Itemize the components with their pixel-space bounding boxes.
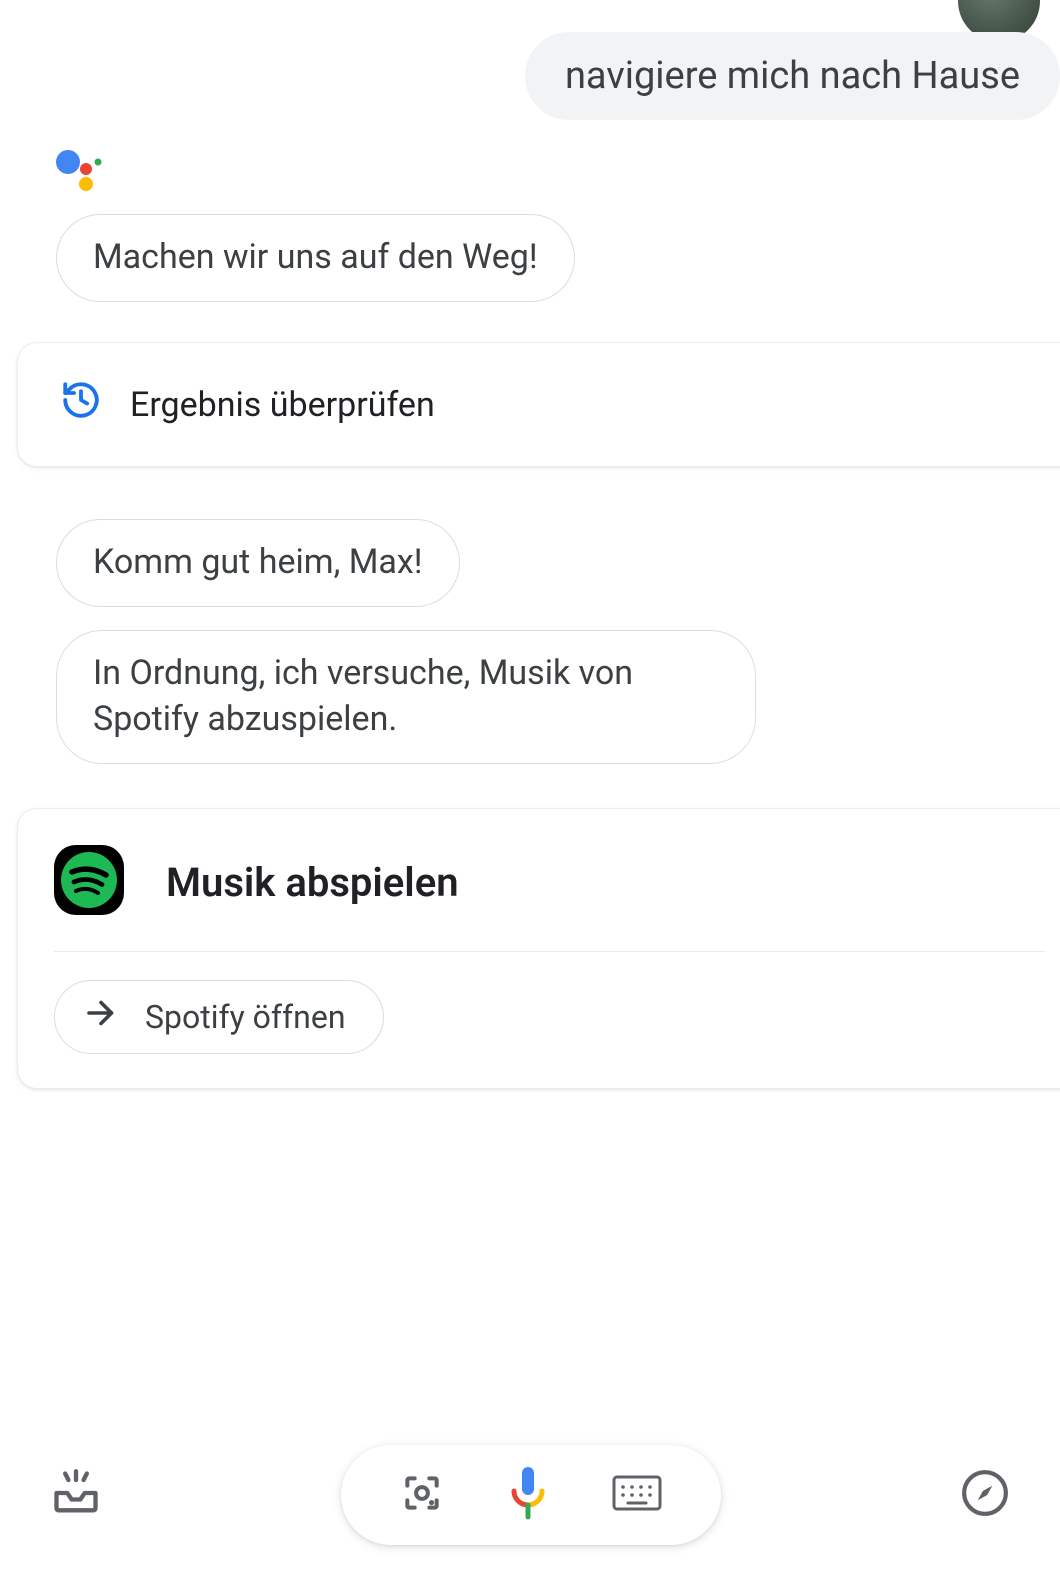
play-music-card: Musik abspielen Spotify öffnen (17, 808, 1060, 1089)
microphone-icon[interactable] (502, 1465, 554, 1525)
bottom-action-bar (0, 1415, 1060, 1575)
divider (54, 951, 1045, 952)
open-spotify-button[interactable]: Spotify öffnen (54, 980, 384, 1054)
assistant-conversation-screen: navigiere mich nach Hause Machen wir uns… (0, 0, 1060, 1593)
check-result-card[interactable]: Ergebnis überprüfen (17, 342, 1060, 467)
assistant-reply-1-text: Machen wir uns auf den Weg! (93, 237, 538, 277)
input-pill (341, 1445, 721, 1545)
assistant-reply-3-text: In Ordnung, ich versuche, Musik von Spot… (93, 653, 633, 739)
spotify-icon (54, 845, 124, 919)
assistant-reply-2-text: Komm gut heim, Max! (93, 542, 423, 582)
assistant-reply-bubble-3: In Ordnung, ich versuche, Musik von Spot… (56, 630, 756, 764)
assistant-reply-bubble-2: Komm gut heim, Max! (56, 519, 460, 607)
open-spotify-label: Spotify öffnen (145, 998, 345, 1036)
check-result-label: Ergebnis überprüfen (130, 385, 435, 425)
inbox-sparkle-icon[interactable] (50, 1467, 102, 1523)
music-card-title: Musik abspielen (166, 859, 459, 906)
user-message-bubble: navigiere mich nach Hause (525, 32, 1060, 120)
music-card-header: Musik abspielen (54, 845, 1045, 919)
keyboard-icon[interactable] (612, 1473, 662, 1517)
history-icon (60, 379, 102, 430)
arrow-right-icon (83, 995, 119, 1039)
google-assistant-logo-icon (56, 148, 106, 202)
assistant-reply-bubble-1: Machen wir uns auf den Weg! (56, 214, 575, 302)
user-message-text: navigiere mich nach Hause (565, 54, 1020, 98)
google-lens-icon[interactable] (400, 1471, 444, 1519)
compass-icon[interactable] (960, 1468, 1010, 1522)
